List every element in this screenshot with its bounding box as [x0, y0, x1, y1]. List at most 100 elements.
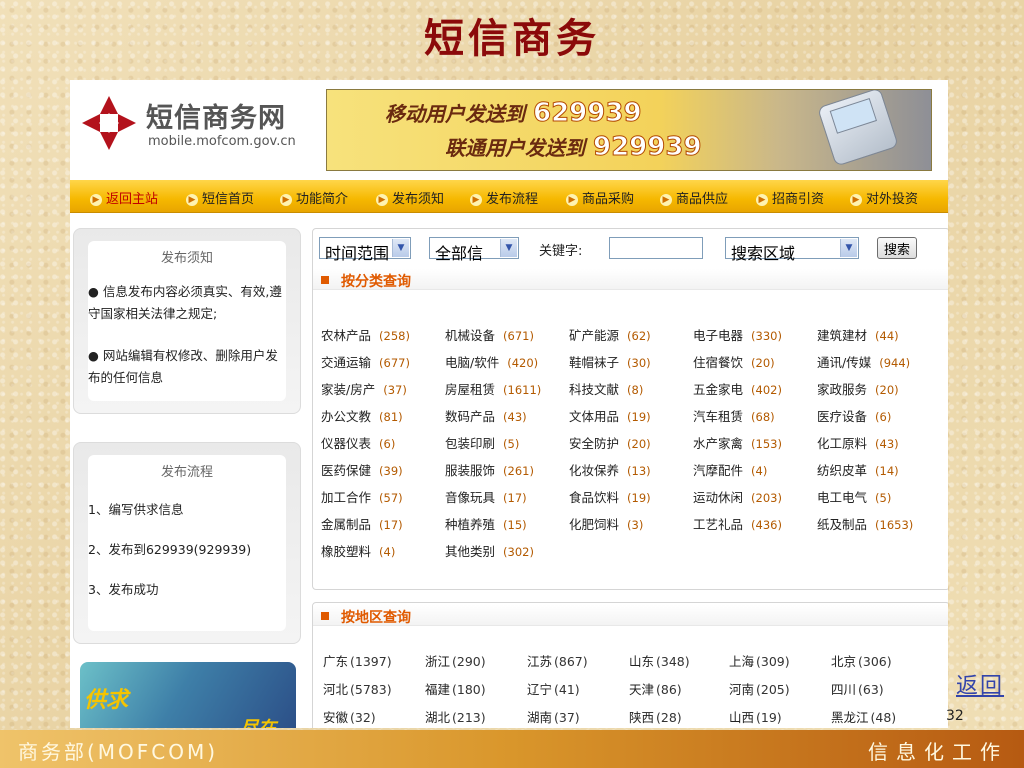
category-link[interactable]: 安全防护 (20) [569, 433, 651, 452]
promo-text: 尽在 [240, 714, 276, 728]
search-region-select[interactable]: 搜索区域 ▼ [725, 237, 859, 263]
category-link[interactable]: 仪器仪表 (6) [321, 433, 395, 452]
category-link[interactable]: 化工原料 (43) [817, 433, 899, 452]
category-link[interactable]: 食品饮料 (19) [569, 487, 651, 506]
category-link[interactable]: 工艺礼品 (436) [693, 514, 782, 533]
website-screenshot: 短信商务网 mobile.mofcom.gov.cn 移动用户发送到 629939… [70, 80, 948, 728]
nav-item[interactable]: ▶ 功能简介 [280, 188, 348, 207]
region-link[interactable]: 安徽 (32) [323, 707, 376, 726]
category-link[interactable]: 交通运输 (677) [321, 352, 410, 371]
category-link[interactable]: 包装印刷 (5) [445, 433, 519, 452]
process-step: 3、发布成功 [88, 582, 159, 597]
process-panel: 发布流程 1、编写供求信息 2、发布到629939(929939) 3、发布成功 [73, 442, 301, 644]
arrow-right-icon: ▶ [376, 194, 388, 206]
info-type-select[interactable]: 全部信息▼ [429, 237, 519, 287]
region-link[interactable]: 辽宁 (41) [527, 679, 580, 698]
category-link[interactable]: 鞋帽袜子 (30) [569, 352, 651, 371]
category-link[interactable]: 运动休闲 (203) [693, 487, 782, 506]
category-link[interactable]: 文体用品 (19) [569, 406, 651, 425]
main-nav: ▶ 返回主站 ▶ 短信首页 ▶ 功能简介 ▶ 发布须知 ▶ 发布流程 ▶ 商品采购 ▶ 商品供应 ▶ 招商引资… [70, 180, 948, 213]
footer-dept: 信息化工作 [868, 740, 1008, 764]
category-link[interactable]: 金属制品 (17) [321, 514, 403, 533]
mobile-phone-icon [817, 90, 899, 167]
category-link[interactable]: 通讯/传媒 (944) [817, 352, 910, 371]
region-link[interactable]: 四川 (63) [831, 679, 884, 698]
region-link[interactable]: 河北 (5783) [323, 679, 392, 698]
search-button[interactable]: 搜索 [877, 237, 918, 259]
arrow-right-icon: ▶ [186, 194, 198, 206]
category-link[interactable]: 种植养殖 (15) [445, 514, 527, 533]
category-link[interactable]: 建筑建材 (44) [817, 325, 899, 344]
chevron-down-icon: ▼ [500, 239, 517, 257]
arrow-right-icon: ▶ [470, 194, 482, 206]
category-link[interactable]: 音像玩具 (17) [445, 487, 527, 506]
promo-text: 供求 [84, 688, 129, 713]
nav-item[interactable]: ▶ 招商引资 [756, 188, 824, 207]
category-link[interactable]: 家政服务 (20) [817, 379, 899, 398]
region-link[interactable]: 天津 (86) [629, 679, 682, 698]
category-link[interactable]: 汽摩配件 (4) [693, 460, 767, 479]
banner-line-mobile: 移动用户发送到 629939 [385, 98, 642, 129]
category-link[interactable]: 农林产品 (258) [321, 325, 410, 344]
region-link[interactable]: 山东 (348) [629, 651, 690, 670]
category-link[interactable]: 办公文教 (81) [321, 406, 403, 425]
region-link[interactable]: 上海 (309) [729, 651, 790, 670]
page-number: 32 [946, 708, 964, 724]
nav-item[interactable]: ▶ 对外投资 [850, 188, 918, 207]
slide-title: 短信商务 [424, 15, 600, 62]
nav-item[interactable]: ▶ 发布流程 [470, 188, 538, 207]
region-link[interactable]: 广东 (1397) [323, 651, 392, 670]
category-link[interactable]: 五金家电 (402) [693, 379, 782, 398]
category-link[interactable]: 橡胶塑料 (4) [321, 541, 395, 560]
nav-item[interactable]: ▶ 商品采购 [566, 188, 634, 207]
category-link[interactable]: 电工电气 (5) [817, 487, 891, 506]
process-title: 发布流程 [160, 465, 213, 480]
category-link[interactable]: 家装/房产 (37) [321, 379, 407, 398]
time-range-select[interactable]: 时间范围 ▼ [319, 237, 411, 263]
category-link[interactable]: 其他类别 (302) [445, 541, 534, 560]
category-link[interactable]: 化妆保养 (13) [569, 460, 651, 479]
category-link[interactable]: 服装服饰 (261) [445, 460, 534, 479]
region-link[interactable]: 江苏 (867) [527, 651, 588, 670]
region-link[interactable]: 黑龙江 (48) [831, 707, 896, 726]
category-link[interactable]: 机械设备 (671) [445, 325, 534, 344]
nav-item[interactable]: ▶ 短信首页 [186, 188, 254, 207]
region-link[interactable]: 浙江 (290) [425, 651, 486, 670]
region-link[interactable]: 陕西 (28) [629, 707, 682, 726]
site-header: 短信商务网 mobile.mofcom.gov.cn 移动用户发送到 629939… [70, 80, 948, 180]
region-link[interactable]: 福建 (180) [425, 679, 486, 698]
banner-ad[interactable]: 移动用户发送到 629939 联通用户发送到 929939 [326, 89, 932, 171]
arrow-right-icon: ▶ [660, 194, 672, 206]
category-link[interactable]: 加工合作 (57) [321, 487, 403, 506]
category-link[interactable]: 科技文献 (8) [569, 379, 643, 398]
category-link[interactable]: 住宿餐饮 (20) [693, 352, 775, 371]
category-link[interactable]: 纺织皮革 (14) [817, 460, 899, 479]
category-link[interactable]: 矿产能源 (62) [569, 325, 651, 344]
arrow-right-icon: ▶ [756, 194, 768, 206]
nav-item[interactable]: ▶ 发布须知 [376, 188, 444, 207]
category-link[interactable]: 汽车租赁 (68) [693, 406, 775, 425]
region-link[interactable]: 山西 (19) [729, 707, 782, 726]
category-link[interactable]: 医疗设备 (6) [817, 406, 891, 425]
keyword-input[interactable] [609, 237, 703, 259]
region-link[interactable]: 湖北 (213) [425, 707, 486, 726]
category-link[interactable]: 电子电器 (330) [693, 325, 782, 344]
category-link[interactable]: 电脑/软件 (420) [445, 352, 538, 371]
promo-image[interactable]: 供求 尽在 [80, 662, 296, 728]
region-link[interactable]: 湖南 (37) [527, 707, 580, 726]
nav-item[interactable]: ▶ 返回主站 [90, 188, 158, 207]
category-link[interactable]: 数码产品 (43) [445, 406, 527, 425]
nav-item[interactable]: ▶ 商品供应 [660, 188, 728, 207]
region-link[interactable]: 河南 (205) [729, 679, 790, 698]
category-link[interactable]: 医药保健 (39) [321, 460, 403, 479]
notice-title: 发布须知 [160, 251, 213, 266]
arrow-right-icon: ▶ [90, 194, 102, 206]
region-link[interactable]: 北京 (306) [831, 651, 892, 670]
category-link[interactable]: 纸及制品 (1653) [817, 514, 913, 533]
category-link[interactable]: 水产家禽 (153) [693, 433, 782, 452]
return-link[interactable]: 返回 [956, 668, 1004, 700]
category-link[interactable]: 房屋租赁 (1611) [445, 379, 541, 398]
arrow-right-icon: ▶ [280, 194, 292, 206]
banner-line-unicom: 联通用户发送到 929939 [445, 132, 702, 163]
category-link[interactable]: 化肥饲料 (3) [569, 514, 643, 533]
